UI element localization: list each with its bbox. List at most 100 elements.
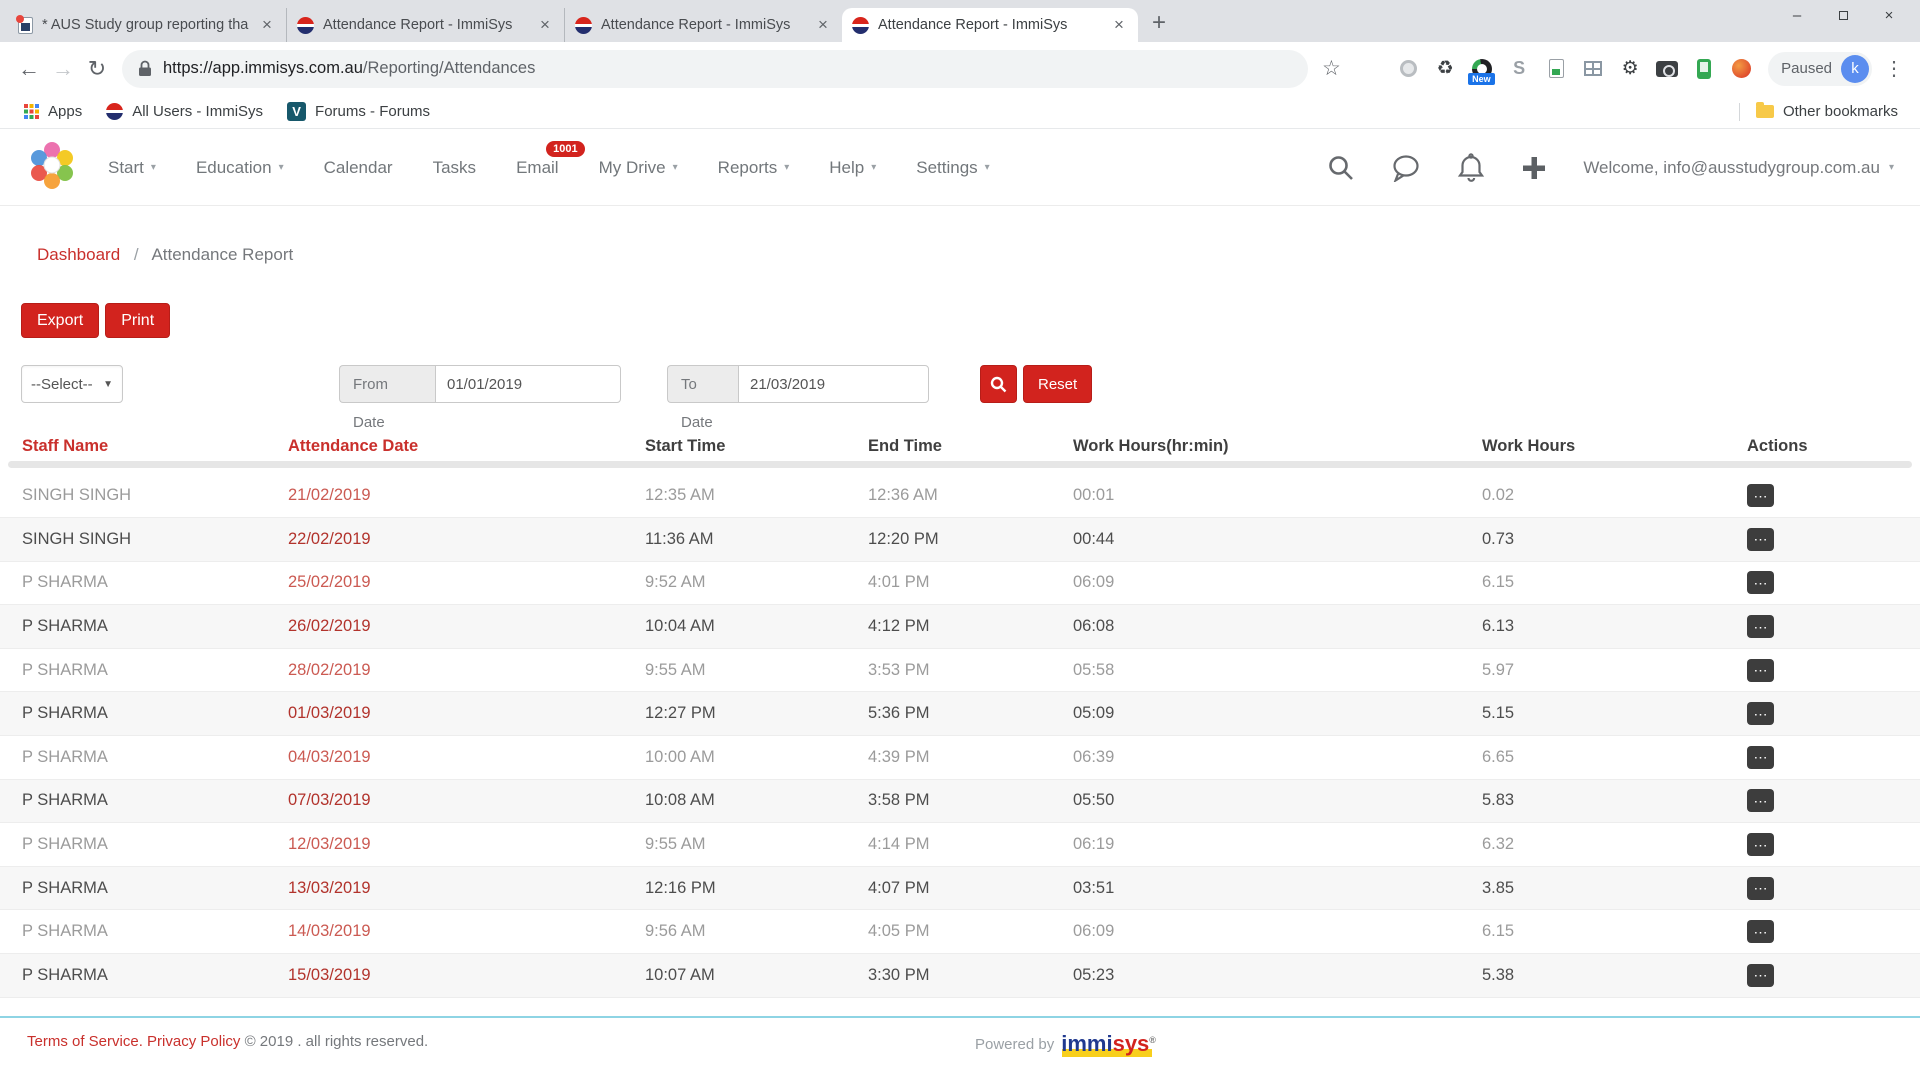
reset-button[interactable]: Reset [1023, 365, 1092, 403]
minimize-button[interactable]: – [1774, 3, 1820, 29]
privacy-policy-link[interactable]: Privacy Policy [147, 1033, 240, 1050]
attendance-date-link[interactable]: 01/03/2019 [288, 692, 645, 736]
tab-title: Attendance Report - ImmiSys [601, 17, 805, 33]
search-button[interactable] [980, 365, 1017, 403]
menu-item-my-drive[interactable]: My Drive▾ [599, 158, 678, 178]
table-row: P SHARMA 13/03/2019 12:16 PM 4:07 PM 03:… [0, 866, 1920, 910]
attendance-date-link[interactable]: 13/03/2019 [288, 866, 645, 910]
reload-button[interactable]: ↻ [80, 56, 114, 82]
tab-attendance-report-1[interactable]: Attendance Report - ImmiSys × [286, 8, 564, 42]
attendance-date-link[interactable]: 15/03/2019 [288, 954, 645, 998]
user-account-menu[interactable]: Welcome, info@ausstudygroup.com.au ▾ [1583, 158, 1894, 178]
print-button[interactable]: Print [105, 303, 170, 338]
row-actions-button[interactable]: ⋯ [1747, 702, 1774, 725]
work-hours-cell: 6.13 [1482, 605, 1747, 649]
extension-document-icon[interactable] [1545, 58, 1567, 80]
aus-study-group-logo[interactable] [28, 138, 76, 197]
tab-close-icon[interactable]: × [1110, 15, 1128, 35]
row-actions-button[interactable]: ⋯ [1747, 659, 1774, 682]
attendance-date-link[interactable]: 22/02/2019 [288, 518, 645, 562]
table-row: P SHARMA 28/02/2019 9:55 AM 3:53 PM 05:5… [0, 648, 1920, 692]
tab-close-icon[interactable]: × [814, 15, 832, 35]
menu-item-help[interactable]: Help▾ [829, 158, 876, 178]
row-actions-button[interactable]: ⋯ [1747, 920, 1774, 943]
end-time-cell: 3:53 PM [868, 648, 1073, 692]
row-actions-button[interactable]: ⋯ [1747, 964, 1774, 987]
menu-item-start[interactable]: Start▾ [108, 158, 156, 178]
row-actions-button[interactable]: ⋯ [1747, 833, 1774, 856]
menu-item-email[interactable]: Email1001 [516, 158, 559, 178]
chevron-down-icon: ▾ [151, 162, 156, 173]
attendance-date-link[interactable]: 28/02/2019 [288, 648, 645, 692]
row-actions-button[interactable]: ⋯ [1747, 746, 1774, 769]
staff-name-cell: P SHARMA [0, 954, 288, 998]
bell-icon[interactable] [1457, 153, 1485, 183]
new-tab-button[interactable]: + [1152, 12, 1166, 34]
tab-close-icon[interactable]: × [536, 15, 554, 35]
bookmark-label: Apps [48, 103, 82, 120]
attendance-date-link[interactable]: 14/03/2019 [288, 910, 645, 954]
extension-phone-icon[interactable] [1693, 58, 1715, 80]
extension-reddot-icon[interactable] [1730, 58, 1752, 80]
maximize-button[interactable] [1820, 3, 1866, 29]
start-time-cell: 9:56 AM [645, 910, 868, 954]
address-bar[interactable]: https://app.immisys.com.au/Reporting/Att… [122, 50, 1308, 88]
extension-gear-icon[interactable]: ⚙ [1619, 58, 1641, 80]
tab-close-icon[interactable]: × [258, 15, 276, 35]
menu-item-tasks[interactable]: Tasks [433, 158, 476, 178]
export-button[interactable]: Export [21, 303, 99, 338]
lock-icon[interactable] [138, 60, 152, 77]
row-actions-button[interactable]: ⋯ [1747, 528, 1774, 551]
extension-circle-icon[interactable] [1397, 58, 1419, 80]
tab-aus-study-group[interactable]: * AUS Study group reporting tha × [8, 8, 286, 42]
profile-avatar[interactable]: k [1841, 55, 1869, 83]
work-hours-hm-cell: 05:58 [1073, 648, 1482, 692]
row-actions-button[interactable]: ⋯ [1747, 877, 1774, 900]
row-actions-button[interactable]: ⋯ [1747, 615, 1774, 638]
chat-icon[interactable] [1391, 154, 1421, 182]
start-time-cell: 9:55 AM [645, 823, 868, 867]
tab-attendance-report-active[interactable]: Attendance Report - ImmiSys × [842, 8, 1138, 42]
ellipsis-icon: ⋯ [1754, 750, 1768, 764]
menu-item-settings[interactable]: Settings▾ [916, 158, 989, 178]
attendance-date-link[interactable]: 04/03/2019 [288, 736, 645, 780]
add-icon[interactable] [1521, 155, 1547, 181]
bookmark-apps[interactable]: Apps [24, 103, 82, 120]
menu-item-calendar[interactable]: Calendar [324, 158, 393, 178]
table-row: P SHARMA 25/02/2019 9:52 AM 4:01 PM 06:0… [0, 561, 1920, 605]
sync-paused-badge[interactable]: Paused k [1768, 52, 1872, 86]
bookmark-forums[interactable]: V Forums - Forums [287, 102, 430, 121]
row-actions-button[interactable]: ⋯ [1747, 571, 1774, 594]
extension-camera-icon[interactable] [1656, 58, 1678, 80]
other-bookmarks-button[interactable]: Other bookmarks [1739, 103, 1898, 121]
extension-recycle-icon[interactable]: ♻ [1434, 58, 1456, 80]
terms-of-service-link[interactable]: Terms of Service. [27, 1033, 143, 1050]
row-actions-button[interactable]: ⋯ [1747, 789, 1774, 812]
attendance-date-link[interactable]: 25/02/2019 [288, 561, 645, 605]
bookmark-all-users[interactable]: All Users - ImmiSys [106, 103, 263, 120]
search-icon [990, 376, 1007, 393]
ellipsis-icon: ⋯ [1754, 968, 1768, 982]
from-date-input[interactable] [435, 365, 621, 403]
attendance-date-link[interactable]: 26/02/2019 [288, 605, 645, 649]
extension-sheet-icon[interactable] [1582, 58, 1604, 80]
search-icon[interactable] [1327, 154, 1355, 182]
menu-item-reports[interactable]: Reports▾ [718, 158, 790, 178]
attendance-date-link[interactable]: 21/02/2019 [288, 474, 645, 518]
menu-item-education[interactable]: Education▾ [196, 158, 284, 178]
breadcrumb-dashboard-link[interactable]: Dashboard [37, 245, 120, 264]
attendance-date-link[interactable]: 12/03/2019 [288, 823, 645, 867]
browser-menu-icon[interactable]: ⋮ [1884, 56, 1904, 81]
close-window-button[interactable]: × [1866, 3, 1912, 29]
back-button[interactable]: ← [12, 56, 46, 82]
attendance-date-link[interactable]: 07/03/2019 [288, 779, 645, 823]
forward-button[interactable]: → [46, 56, 80, 82]
row-actions-button[interactable]: ⋯ [1747, 484, 1774, 507]
staff-select[interactable]: --Select-- ▼ [21, 365, 123, 403]
tab-attendance-report-2[interactable]: Attendance Report - ImmiSys × [564, 8, 842, 42]
extension-speed-gauge-icon[interactable]: New [1471, 58, 1493, 80]
bookmark-star-icon[interactable]: ☆ [1322, 56, 1341, 81]
immisys-logo[interactable]: immisys® [1061, 1031, 1156, 1057]
extension-skype-icon[interactable]: S [1508, 58, 1530, 80]
to-date-input[interactable] [738, 365, 929, 403]
